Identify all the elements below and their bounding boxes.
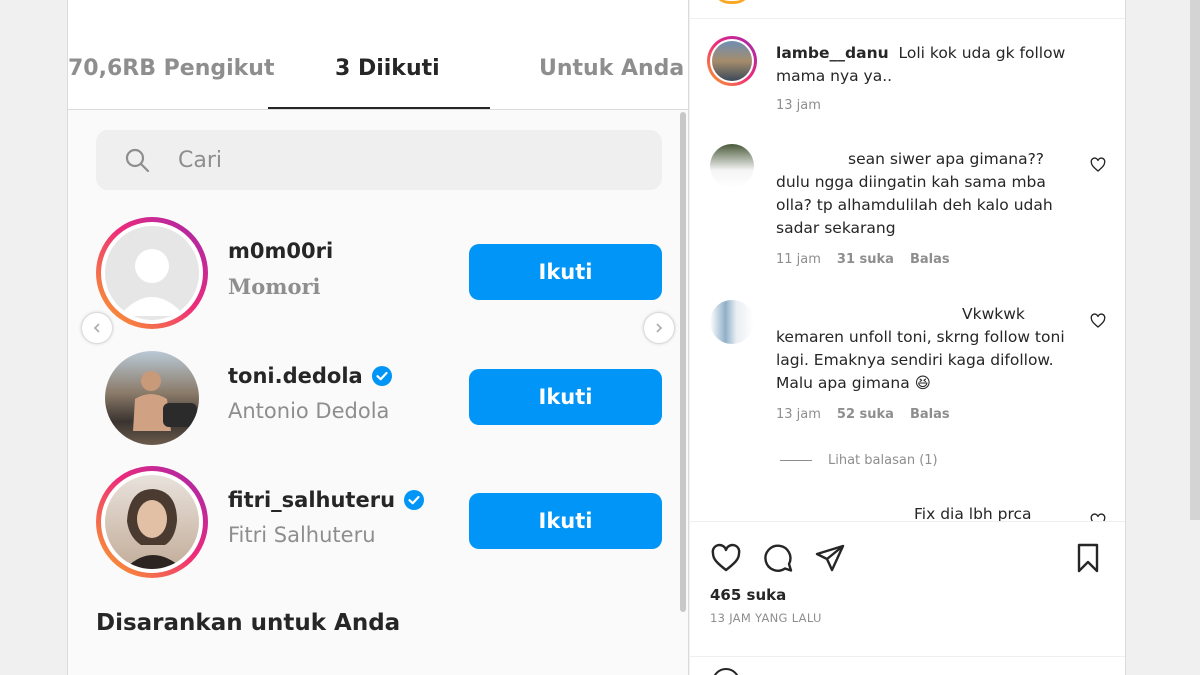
carousel-next-button[interactable]: [643, 312, 675, 344]
tab-for-you[interactable]: Untuk Anda: [539, 56, 684, 81]
heart-icon[interactable]: [1090, 157, 1106, 173]
full-name: Antonio Dedola: [228, 399, 390, 423]
page: 70,6RB Pengikut 3 Diikuti Untuk Anda Car…: [0, 0, 1200, 675]
comment-icon[interactable]: [762, 542, 794, 574]
comment-time: 11 jam: [776, 252, 821, 267]
follow-button[interactable]: Ikuti: [469, 244, 662, 300]
follow-button[interactable]: Ikuti: [469, 369, 662, 425]
scrollbar[interactable]: [680, 112, 686, 612]
heart-icon[interactable]: [1090, 313, 1106, 329]
divider-line: [780, 460, 812, 461]
chevron-left-icon: [93, 323, 100, 333]
user-row-fitri-salhuteru: fitri_salhuteru Fitri Salhuteru Ikuti: [68, 466, 688, 578]
username[interactable]: toni.dedola: [228, 364, 393, 388]
comment-meta: 11 jam 31 suka Balas: [776, 252, 950, 267]
verified-badge-icon: [404, 490, 425, 510]
avatar-story-ring[interactable]: [96, 466, 208, 578]
heart-icon[interactable]: [1090, 513, 1106, 521]
comment-text: sean siwer apa gimana?? dulu ngga diinga…: [776, 148, 1076, 240]
search-box[interactable]: [96, 130, 662, 190]
comment-text: lambe__danu Loli kok uda gk follow mama …: [776, 42, 1076, 88]
username[interactable]: fitri_salhuteru: [228, 488, 425, 512]
comment-meta: 13 jam: [776, 98, 821, 113]
active-tab-indicator: [268, 107, 490, 109]
full-name: Fitri Salhuteru: [228, 523, 376, 547]
divider: [690, 656, 1125, 657]
avatar-photo: [105, 351, 199, 445]
username-text: fitri_salhuteru: [228, 488, 396, 512]
view-replies-button[interactable]: Lihat balasan (1): [780, 453, 938, 468]
tab-following[interactable]: 3 Diikuti: [335, 56, 440, 81]
comment-body: sean siwer apa gimana?? dulu ngga diinga…: [776, 150, 1053, 237]
tab-followers[interactable]: 70,6RB Pengikut: [68, 56, 274, 81]
comment-likes[interactable]: 52 suka: [837, 407, 894, 422]
comment-meta: 13 jam 52 suka Balas: [776, 407, 950, 422]
page-background: [1126, 0, 1200, 675]
comment-likes[interactable]: 31 suka: [837, 252, 894, 267]
person-icon: [125, 489, 183, 569]
avatar-story-ring[interactable]: [707, 36, 757, 86]
follow-button[interactable]: Ikuti: [469, 493, 662, 549]
username-text: toni.dedola: [228, 364, 363, 388]
avatar: [712, 41, 752, 81]
person-icon: [133, 371, 197, 431]
search-icon: [125, 148, 150, 173]
search-input[interactable]: [178, 144, 638, 176]
following-panel: 70,6RB Pengikut 3 Diikuti Untuk Anda Car…: [67, 0, 689, 675]
comment-time: 13 jam: [776, 407, 821, 422]
post-comments-panel: lambe__danu Loli kok uda gk follow mama …: [690, 0, 1126, 675]
emoji-icon[interactable]: [712, 668, 740, 675]
chevron-right-icon: [656, 323, 663, 333]
reply-button[interactable]: Balas: [910, 252, 950, 267]
avatar-default: [105, 226, 199, 320]
like-heart-icon[interactable]: [710, 542, 742, 574]
verified-badge-icon: [371, 366, 392, 386]
comment-time: 13 jam: [776, 98, 821, 113]
user-row-m0m00ri: m0m00ri Momori Ikuti: [68, 217, 688, 329]
post-time: 13 JAM YANG LALU: [710, 611, 822, 625]
comment-body: Vkwkwk kemaren unfoll toni, skrng follow…: [776, 305, 1065, 392]
username-text: m0m00ri: [228, 239, 334, 263]
avatar[interactable]: [96, 342, 208, 454]
full-name: Momori: [228, 274, 321, 299]
carousel-prev-button[interactable]: [81, 312, 113, 344]
tab-bar: 70,6RB Pengikut 3 Diikuti Untuk Anda: [68, 0, 688, 110]
default-avatar-icon: [119, 249, 185, 316]
avatar[interactable]: [710, 144, 754, 188]
bookmark-icon[interactable]: [1072, 542, 1104, 574]
avatar-story-ring: [712, 0, 752, 4]
avatar[interactable]: [710, 300, 754, 344]
post-likes[interactable]: 465 suka: [710, 586, 786, 604]
comment-text: Fix dia lbh prca: [776, 503, 1076, 521]
avatar-story-ring[interactable]: [96, 217, 208, 329]
suggested-heading: Disarankan untuk Anda: [96, 610, 401, 636]
view-replies-label: Lihat balasan (1): [828, 453, 938, 468]
username[interactable]: m0m00ri: [228, 239, 333, 263]
reply-button[interactable]: Balas: [910, 407, 950, 422]
comment-body: Fix dia lbh prca: [914, 505, 1032, 521]
user-row-toni-dedola: toni.dedola Antonio Dedola Ikuti: [68, 342, 688, 454]
comment-username[interactable]: lambe__danu: [776, 44, 889, 62]
post-actions: 465 suka 13 JAM YANG LALU: [690, 521, 1125, 675]
share-send-icon[interactable]: [814, 542, 846, 574]
comment-list[interactable]: lambe__danu Loli kok uda gk follow mama …: [690, 19, 1125, 521]
avatar-photo: [105, 475, 199, 569]
page-scrollbar[interactable]: [1190, 0, 1200, 520]
comment-text: Vkwkwk kemaren unfoll toni, skrng follow…: [776, 303, 1076, 395]
